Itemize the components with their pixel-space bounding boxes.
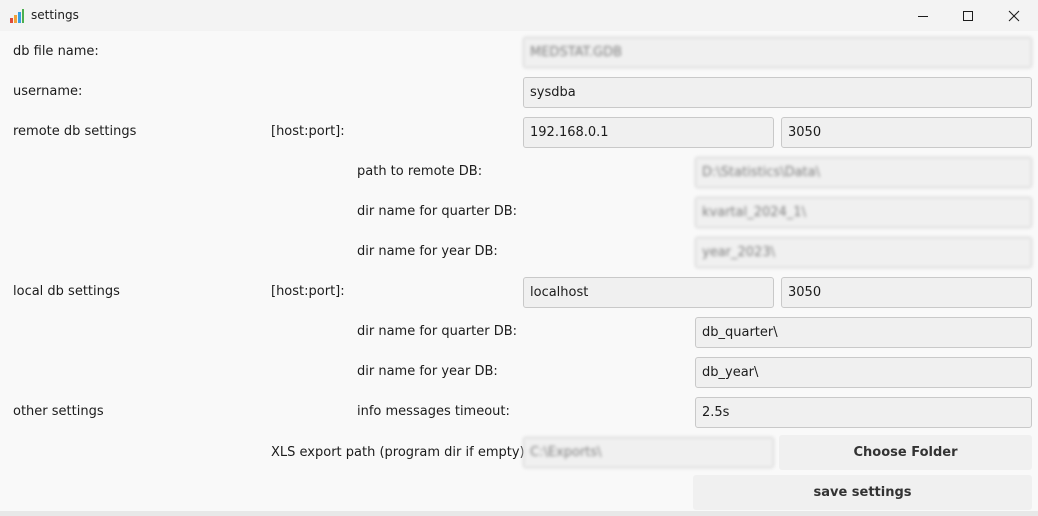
remote-db-settings-heading: remote db settings	[13, 124, 137, 139]
other-settings-heading: other settings	[13, 404, 104, 419]
xls-export-path-input[interactable]	[523, 437, 774, 468]
local-quarter-dir-label: dir name for quarter DB:	[357, 324, 518, 339]
minimize-button[interactable]	[900, 0, 946, 31]
close-icon	[1008, 10, 1020, 21]
remote-db-path-input[interactable]	[695, 157, 1032, 188]
info-timeout-label: info messages timeout:	[357, 404, 510, 419]
local-port-input[interactable]	[781, 277, 1032, 308]
remote-host-input[interactable]	[523, 117, 774, 148]
info-timeout-input[interactable]	[695, 397, 1032, 428]
username-label: username:	[13, 84, 83, 99]
remote-quarter-dir-input[interactable]	[695, 197, 1032, 228]
remote-db-path-label: path to remote DB:	[357, 164, 483, 179]
save-settings-button[interactable]: save settings	[693, 475, 1032, 510]
window-title: settings	[31, 8, 79, 22]
bar-chart-icon	[10, 9, 24, 23]
remote-port-input[interactable]	[781, 117, 1032, 148]
local-year-dir-label: dir name for year DB:	[357, 364, 498, 379]
local-year-dir-input[interactable]	[695, 357, 1032, 388]
title-bar: settings	[0, 0, 1038, 31]
db-file-name-label: db file name:	[13, 44, 99, 59]
local-host-input[interactable]	[523, 277, 774, 308]
username-input[interactable]	[523, 77, 1032, 108]
local-host-port-label: [host:port]:	[271, 284, 345, 299]
maximize-button[interactable]	[945, 0, 991, 31]
choose-folder-button[interactable]: Choose Folder	[779, 435, 1032, 470]
xls-export-path-label: XLS export path (program dir if empty):	[271, 445, 529, 460]
db-file-name-input[interactable]	[523, 37, 1032, 68]
local-quarter-dir-input[interactable]	[695, 317, 1032, 348]
maximize-icon	[963, 10, 973, 21]
minimize-icon	[918, 15, 928, 17]
remote-year-dir-input[interactable]	[695, 237, 1032, 268]
remote-host-port-label: [host:port]:	[271, 124, 345, 139]
close-button[interactable]	[991, 0, 1037, 31]
remote-quarter-dir-label: dir name for quarter DB:	[357, 204, 518, 219]
local-db-settings-heading: local db settings	[13, 284, 120, 299]
window-bottom-edge	[0, 511, 1038, 516]
remote-year-dir-label: dir name for year DB:	[357, 244, 498, 259]
